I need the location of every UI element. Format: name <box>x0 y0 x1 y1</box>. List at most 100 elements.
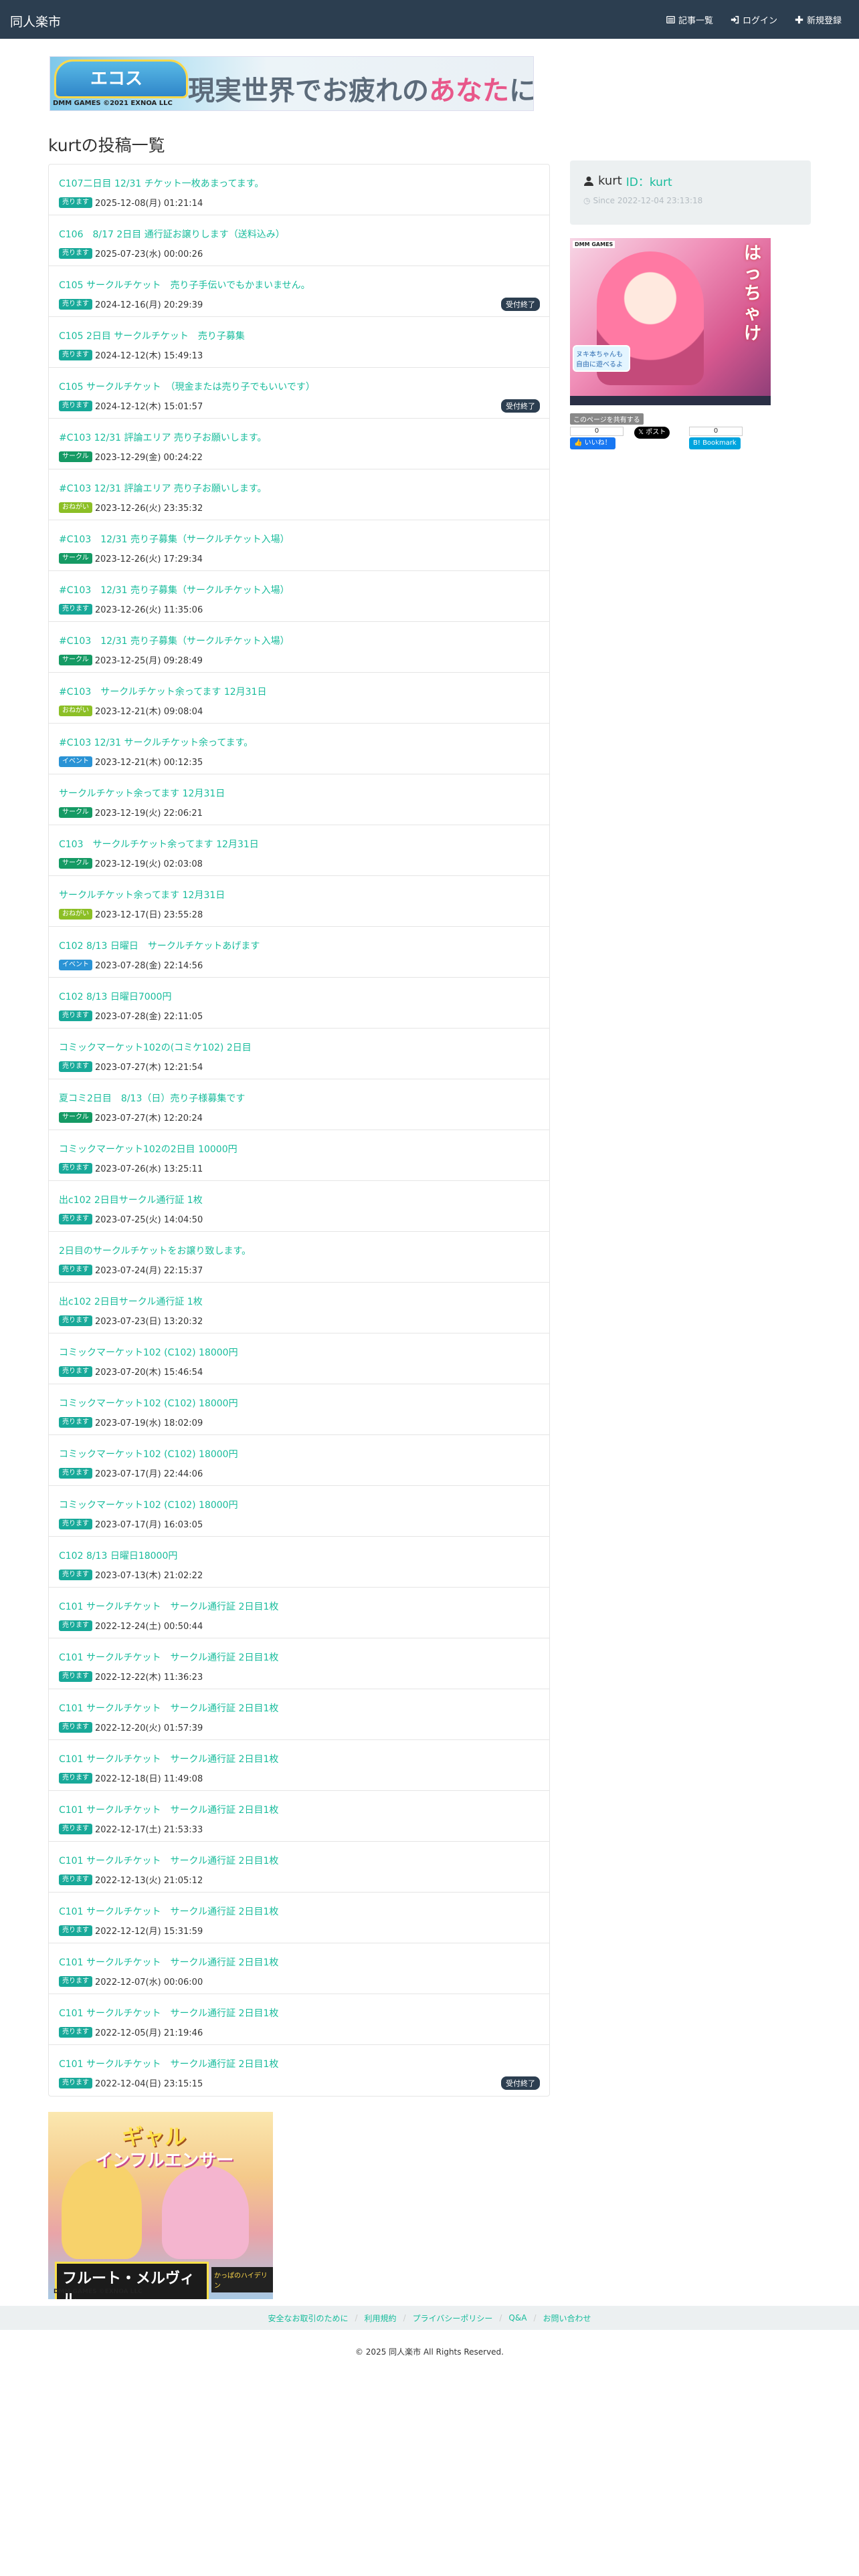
nav-links: 記事一覧 ログイン 新規登録 <box>666 13 842 26</box>
post-title-link[interactable]: C101 サークルチケット サークル通行証 2日目1枚 <box>59 1701 539 1715</box>
post-title-link[interactable]: C102 8/13 日曜日 サークルチケットあげます <box>59 939 539 952</box>
post-meta: サークル 2023-12-26(火) 17:29:34 <box>59 552 539 564</box>
bottom-ad[interactable]: ギャル インフルエンサー フルート・メルヴィル かっぱのハイデリン DMM GA… <box>48 2112 273 2299</box>
post-title-link[interactable]: コミックマーケット102 (C102) 18000円 <box>59 1346 539 1359</box>
hatena-bookmark-button[interactable]: B! Bookmark <box>689 437 741 449</box>
post-title-link[interactable]: C103 サークルチケット余ってます 12月31日 <box>59 837 539 851</box>
post-title-link[interactable]: C101 サークルチケット サークル通行証 2日目1枚 <box>59 1905 539 1918</box>
post-title-link[interactable]: C105 2日目 サークルチケット 売り子募集 <box>59 329 539 342</box>
category-badge: 売ります <box>59 1366 92 1377</box>
post-meta: おねがい 2023-12-21(木) 09:08:04 <box>59 704 539 717</box>
status-badge: 受付終了 <box>501 2076 540 2090</box>
post-title-link[interactable]: コミックマーケット102の(コミケ102) 2日目 <box>59 1041 539 1054</box>
list-item: C105 サークルチケット （現金または売り子でもいいです） 売ります 2024-1… <box>49 368 549 419</box>
post-meta: 売ります 2023-07-17(月) 16:03:05 <box>59 1517 539 1530</box>
post-title-link[interactable]: 出c102 2日目サークル通行証 1枚 <box>59 1193 539 1206</box>
nav-article-list[interactable]: 記事一覧 <box>666 13 713 26</box>
post-meta: 売ります 2023-12-26(火) 11:35:06 <box>59 603 539 615</box>
post-title-link[interactable]: C101 サークルチケット サークル通行証 2日目1枚 <box>59 1803 539 1816</box>
post-meta: 売ります 2023-07-25(火) 14:04:50 <box>59 1212 539 1225</box>
footer-link-privacy[interactable]: プライバシーポリシー <box>413 2313 493 2324</box>
ad-character-left <box>62 2159 142 2259</box>
footer-link-terms[interactable]: 利用規約 <box>365 2313 397 2324</box>
post-title-link[interactable]: C105 サークルチケット 売り子手伝いでもかまいません。 <box>59 278 539 292</box>
post-title-link[interactable]: #C103 12/31 評論エリア 売り子お願いします。 <box>59 431 539 444</box>
post-title-link[interactable]: #C103 サークルチケット余ってます 12月31日 <box>59 685 539 698</box>
ad-character-right <box>162 2165 249 2259</box>
facebook-like-button[interactable]: 👍 いいね！ <box>570 437 615 449</box>
sidebar-ad[interactable]: DMM GAMES はっちゃけ ヌキ本ちゃんも自由に遊べるよ <box>570 238 771 405</box>
list-item: #C103 12/31 売り子募集（サークルチケット入場） サークル 2023-12… <box>49 520 549 571</box>
post-meta: 売ります 2023-07-17(月) 22:44:06 <box>59 1467 539 1479</box>
post-title-link[interactable]: #C103 12/31 評論エリア 売り子お願いします。 <box>59 481 539 495</box>
list-item: C101 サークルチケット サークル通行証 2日目1枚 売ります 2022-12-0… <box>49 1994 549 2045</box>
category-badge: 売ります <box>59 1925 92 1936</box>
ad-dmm-label: DMM GAMES <box>573 241 615 248</box>
post-date: 2022-12-07(水) 00:06:00 <box>95 1977 203 1988</box>
post-title-link[interactable]: C106 8/17 2日目 通行証お譲りします（送料込み） <box>59 227 539 241</box>
post-date: 2023-07-23(日) 13:20:32 <box>95 1317 203 1327</box>
nav-login[interactable]: ログイン <box>731 13 777 26</box>
profile-id[interactable]: ID：kurt <box>626 173 672 189</box>
post-date: 2024-12-16(月) 20:29:39 <box>95 300 203 310</box>
post-title-link[interactable]: 2日目のサークルチケットをお譲り致します。 <box>59 1244 539 1257</box>
footer-separator: / <box>499 2313 502 2323</box>
post-title-link[interactable]: C102 8/13 日曜日7000円 <box>59 990 539 1003</box>
post-title-link[interactable]: コミックマーケット102 (C102) 18000円 <box>59 1447 539 1461</box>
status-badge: 受付終了 <box>501 298 540 311</box>
category-badge: 売ります <box>59 1264 92 1275</box>
post-title-link[interactable]: #C103 12/31 サークルチケット余ってます。 <box>59 736 539 749</box>
list-item: C101 サークルチケット サークル通行証 2日目1枚 売ります 2022-12-1… <box>49 1842 549 1893</box>
post-title-link[interactable]: C101 サークルチケット サークル通行証 2日目1枚 <box>59 1955 539 1969</box>
nav-article-list-label: 記事一覧 <box>678 16 713 26</box>
post-meta: 売ります 2025-12-08(月) 01:21:14 <box>59 196 539 209</box>
top-ad-banner[interactable]: エコス DMM GAMES ©2021 EXNOA LLC 現実世界でお疲れのあ… <box>50 56 534 111</box>
post-title-link[interactable]: C101 サークルチケット サークル通行証 2日目1枚 <box>59 1854 539 1867</box>
category-badge: おねがい <box>59 502 92 513</box>
post-date: 2023-07-25(火) 14:04:50 <box>95 1215 203 1225</box>
post-date: 2024-12-12(木) 15:49:13 <box>95 351 203 361</box>
post-title-link[interactable]: 夏コミ2日目 8/13（日）売り子様募集です <box>59 1091 539 1105</box>
post-date: 2023-12-26(火) 17:29:34 <box>94 554 203 564</box>
footer-separator: / <box>533 2313 537 2323</box>
post-title-link[interactable]: #C103 12/31 売り子募集（サークルチケット入場） <box>59 634 539 647</box>
footer-link-safety[interactable]: 安全なお取引のために <box>268 2313 348 2324</box>
footer-link-qa[interactable]: Q&A <box>508 2313 527 2323</box>
category-badge: サークル <box>59 451 92 462</box>
ad-bubble-text: ヌキ本ちゃんも自由に遊べるよ <box>573 345 630 372</box>
post-title-link[interactable]: C101 サークルチケット サークル通行証 2日目1枚 <box>59 1600 539 1613</box>
post-title-link[interactable]: サークルチケット余ってます 12月31日 <box>59 888 539 901</box>
post-title-link[interactable]: C105 サークルチケット （現金または売り子でもいいです） <box>59 380 539 393</box>
post-date: 2023-07-17(月) 16:03:05 <box>95 1520 203 1530</box>
post-meta: 売ります 2022-12-07(水) 00:06:00 <box>59 1975 539 1988</box>
list-item: コミックマーケット102の(コミケ102) 2日目 売ります 2023-07-27(… <box>49 1029 549 1079</box>
post-title-link[interactable]: C101 サークルチケット サークル通行証 2日目1枚 <box>59 1752 539 1765</box>
login-icon <box>731 15 739 24</box>
category-badge: サークル <box>59 552 92 564</box>
ad3-game-title: かっぱのハイデリン <box>211 2267 273 2292</box>
ad-bottom-bar <box>570 396 771 405</box>
x-post-button[interactable]: 𝕏 ポスト <box>634 427 670 439</box>
post-title-link[interactable]: C101 サークルチケット サークル通行証 2日目1枚 <box>59 2006 539 2020</box>
post-title-link[interactable]: C107二日目 12/31 チケット一枚あまってます。 <box>59 177 539 190</box>
list-item: コミックマーケット102 (C102) 18000円 売ります 2023-07-17… <box>49 1435 549 1486</box>
post-title-link[interactable]: C101 サークルチケット サークル通行証 2日目1枚 <box>59 2057 539 2070</box>
post-title-link[interactable]: C102 8/13 日曜日18000円 <box>59 1549 539 1562</box>
post-title-link[interactable]: C101 サークルチケット サークル通行証 2日目1枚 <box>59 1650 539 1664</box>
post-title-link[interactable]: コミックマーケット102の2日目 10000円 <box>59 1142 539 1156</box>
post-title-link[interactable]: #C103 12/31 売り子募集（サークルチケット入場） <box>59 532 539 546</box>
nav-register[interactable]: 新規登録 <box>795 13 842 26</box>
post-date: 2023-07-28(金) 22:11:05 <box>95 1012 203 1022</box>
category-badge: 売ります <box>59 197 92 208</box>
post-title-link[interactable]: #C103 12/31 売り子募集（サークルチケット入場） <box>59 583 539 597</box>
footer-link-contact[interactable]: お問い合わせ <box>543 2313 591 2324</box>
post-title-link[interactable]: 出c102 2日目サークル通行証 1枚 <box>59 1295 539 1308</box>
list-item: サークルチケット余ってます 12月31日 おねがい 2023-12-17(日) 23… <box>49 876 549 927</box>
post-title-link[interactable]: サークルチケット余ってます 12月31日 <box>59 786 539 800</box>
brand-link[interactable]: 同人楽市 <box>10 12 61 30</box>
post-title-link[interactable]: コミックマーケット102 (C102) 18000円 <box>59 1396 539 1410</box>
post-meta: 売ります 2022-12-12(月) 15:31:59 <box>59 1924 539 1937</box>
post-date: 2023-07-20(木) 15:46:54 <box>95 1368 203 1378</box>
category-badge: 売ります <box>59 400 92 411</box>
post-title-link[interactable]: コミックマーケット102 (C102) 18000円 <box>59 1498 539 1511</box>
